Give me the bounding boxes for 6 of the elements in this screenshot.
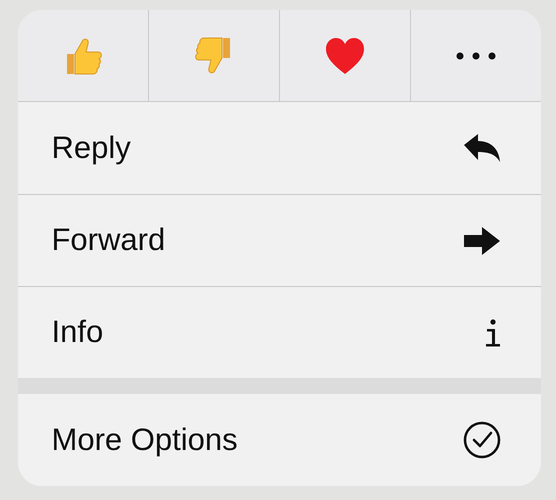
reply-arrow-icon [462, 133, 500, 163]
heart-icon [324, 36, 366, 76]
right-arrow-icon [462, 226, 500, 256]
more-icon [456, 52, 496, 60]
checkmark-circle-icon [462, 421, 500, 459]
info-icon [484, 318, 500, 346]
